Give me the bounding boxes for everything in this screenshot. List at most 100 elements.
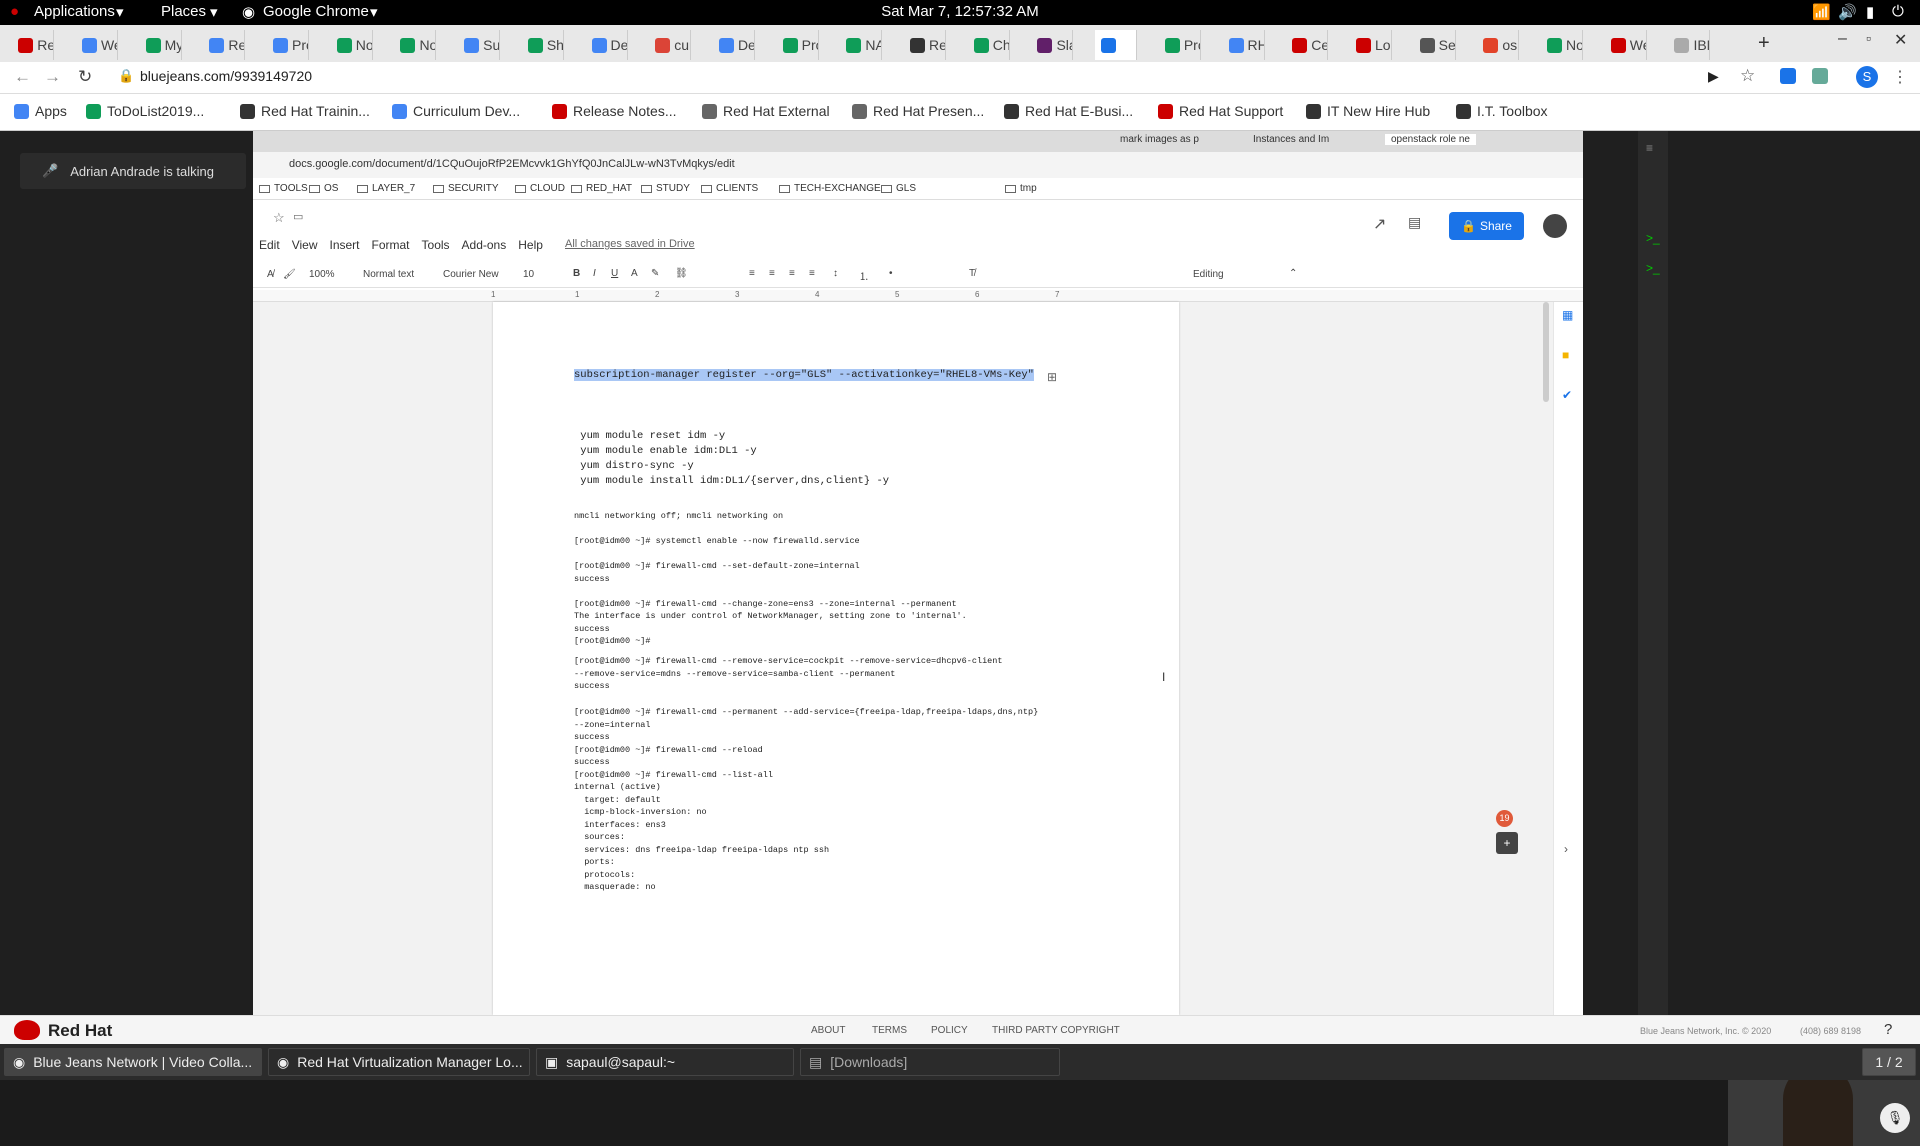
- maximize-button[interactable]: ▫: [1866, 30, 1871, 46]
- footer-link-terms[interactable]: TERMS: [872, 1025, 907, 1036]
- browser-tab[interactable]: curi: [649, 30, 692, 60]
- taskbar-item-rhv[interactable]: ◉ Red Hat Virtualization Manager Lo...: [268, 1048, 530, 1076]
- forward-icon[interactable]: →: [44, 67, 61, 87]
- browser-tab[interactable]: Sup: [458, 30, 501, 60]
- text-color-icon[interactable]: A: [631, 268, 638, 279]
- scrollbar[interactable]: [1543, 302, 1549, 402]
- bulleted-list-icon[interactable]: •: [889, 268, 893, 279]
- browser-tab[interactable]: [1095, 30, 1138, 60]
- shared-bookmark[interactable]: GLS: [881, 183, 916, 194]
- extension-icon[interactable]: [1780, 68, 1796, 84]
- document-page[interactable]: subscription-manager register --org="GLS…: [493, 302, 1179, 1015]
- browser-tab[interactable]: Dep: [586, 30, 628, 60]
- add-service-commands[interactable]: [root@idm00 ~]# firewall-cmd --permanent…: [574, 706, 1038, 894]
- shared-tab[interactable]: mark images as p: [1120, 134, 1199, 145]
- shared-tab[interactable]: Instances and Im: [1253, 134, 1329, 145]
- shared-url[interactable]: docs.google.com/document/d/1CQuOujoRfP2E…: [289, 158, 735, 170]
- browser-tab[interactable]: Nov: [1541, 30, 1584, 60]
- clear-formatting-icon[interactable]: T̸: [969, 268, 975, 279]
- browser-tab[interactable]: Cha: [968, 30, 1010, 60]
- bookmark-item[interactable]: Red Hat Trainin...: [240, 103, 370, 119]
- expand-panel-icon[interactable]: ›: [1564, 842, 1568, 856]
- save-status[interactable]: All changes saved in Drive: [565, 238, 695, 250]
- reload-icon[interactable]: ↻: [78, 67, 92, 87]
- italic-icon[interactable]: I: [593, 268, 596, 279]
- font-select[interactable]: Courier New: [443, 269, 499, 280]
- menu-item-edit[interactable]: Edit: [259, 238, 280, 252]
- keep-icon[interactable]: ■: [1562, 348, 1569, 362]
- bookmark-item[interactable]: Red Hat E-Busi...: [1004, 103, 1133, 119]
- tasks-icon[interactable]: ✔: [1562, 388, 1572, 402]
- new-tab-button[interactable]: +: [1758, 32, 1770, 55]
- shared-tab-active[interactable]: openstack role ne: [1385, 134, 1476, 145]
- browser-tab[interactable]: We: [1605, 30, 1647, 60]
- bookmark-item[interactable]: IT New Hire Hub: [1306, 103, 1430, 119]
- bookmark-item[interactable]: Curriculum Dev...: [392, 103, 520, 119]
- microphone-button[interactable]: 🎙: [1880, 1103, 1910, 1133]
- browser-tab[interactable]: Proj: [1159, 30, 1201, 60]
- line-spacing-icon[interactable]: ↕: [833, 268, 838, 279]
- highlight-icon[interactable]: ✎: [651, 268, 659, 279]
- folder-icon[interactable]: ▭: [293, 210, 303, 223]
- battery-icon[interactable]: ▮: [1866, 3, 1874, 21]
- editing-mode-select[interactable]: Editing: [1193, 269, 1224, 280]
- bookmark-star-icon[interactable]: ☆: [1740, 66, 1755, 86]
- help-icon[interactable]: ?: [1884, 1021, 1892, 1038]
- star-icon[interactable]: ☆: [273, 210, 285, 226]
- menu-item-tools[interactable]: Tools: [422, 238, 450, 252]
- bookmark-item[interactable]: Red Hat Support: [1158, 103, 1283, 119]
- notification-badge[interactable]: 19: [1496, 810, 1513, 827]
- shared-bookmark[interactable]: RED_HAT: [571, 183, 632, 194]
- bookmark-item[interactable]: Red Hat Presen...: [852, 103, 984, 119]
- bookmark-item[interactable]: Release Notes...: [552, 103, 677, 119]
- font-size-select[interactable]: 10: [523, 269, 534, 280]
- browser-tab[interactable]: Sha: [522, 30, 564, 60]
- workspace-pager[interactable]: 1 / 2: [1862, 1048, 1916, 1076]
- footer-link-policy[interactable]: POLICY: [931, 1025, 968, 1036]
- browser-tab[interactable]: Red: [12, 30, 55, 60]
- collapse-icon[interactable]: ⌃: [1289, 268, 1297, 279]
- shared-bookmark[interactable]: CLIENTS: [701, 183, 758, 194]
- clock[interactable]: Sat Mar 7, 12:57:32 AM: [0, 3, 1920, 20]
- taskbar-item-bluejeans[interactable]: ◉ Blue Jeans Network | Video Colla...: [4, 1048, 262, 1076]
- numbered-list-icon[interactable]: ⒈: [859, 268, 869, 283]
- menu-item-add-ons[interactable]: Add-ons: [462, 238, 507, 252]
- shared-bookmark[interactable]: CLOUD: [515, 183, 565, 194]
- calendar-icon[interactable]: ▦: [1562, 308, 1573, 322]
- comments-icon[interactable]: ▤: [1408, 214, 1421, 231]
- avatar[interactable]: [1543, 214, 1567, 238]
- menu-item-help[interactable]: Help: [518, 238, 543, 252]
- menu-item-view[interactable]: View: [292, 238, 318, 252]
- close-window-button[interactable]: ✕: [1894, 30, 1907, 50]
- volume-icon[interactable]: 🔊: [1838, 3, 1857, 21]
- align-left-icon[interactable]: ≡: [749, 268, 755, 279]
- browser-tab[interactable]: IBM: [1668, 30, 1711, 60]
- shared-bookmark[interactable]: TECH-EXCHANGE: [779, 183, 881, 194]
- back-icon[interactable]: ←: [14, 67, 31, 87]
- shared-bookmark[interactable]: SECURITY: [433, 183, 499, 194]
- power-menu-icon[interactable]: ⏻: [1892, 3, 1904, 20]
- browser-tab[interactable]: Slac: [1031, 30, 1074, 60]
- menu-item-format[interactable]: Format: [372, 238, 410, 252]
- browser-tab[interactable]: osp: [1477, 30, 1520, 60]
- minimize-button[interactable]: –: [1838, 30, 1847, 48]
- align-right-icon[interactable]: ≡: [789, 268, 795, 279]
- profile-avatar[interactable]: S: [1856, 66, 1878, 88]
- justify-icon[interactable]: ≡: [809, 268, 815, 279]
- shared-bookmark[interactable]: STUDY: [641, 183, 690, 194]
- bookmark-item[interactable]: Red Hat External: [702, 103, 830, 119]
- highlighted-command[interactable]: subscription-manager register --org="GLS…: [574, 369, 1034, 381]
- remove-service-commands[interactable]: [root@idm00 ~]# firewall-cmd --remove-se…: [574, 655, 1002, 693]
- browser-tab[interactable]: Proj: [267, 30, 310, 60]
- add-comment-icon[interactable]: ⊞: [1047, 370, 1057, 384]
- browser-tab[interactable]: Nov: [331, 30, 373, 60]
- shared-bookmark[interactable]: tmp: [1005, 183, 1037, 194]
- wifi-icon[interactable]: 📶: [1812, 3, 1831, 21]
- taskbar-item-terminal[interactable]: ▣ sapaul@sapaul:~: [536, 1048, 794, 1076]
- paint-format-icon[interactable]: 🖌: [283, 269, 296, 280]
- menu-item-insert[interactable]: Insert: [329, 238, 359, 252]
- lock-icon[interactable]: 🔒: [118, 68, 134, 84]
- browser-tab[interactable]: We: [76, 30, 118, 60]
- extension-icon[interactable]: [1812, 68, 1828, 84]
- zoom-select[interactable]: 100%: [309, 269, 335, 280]
